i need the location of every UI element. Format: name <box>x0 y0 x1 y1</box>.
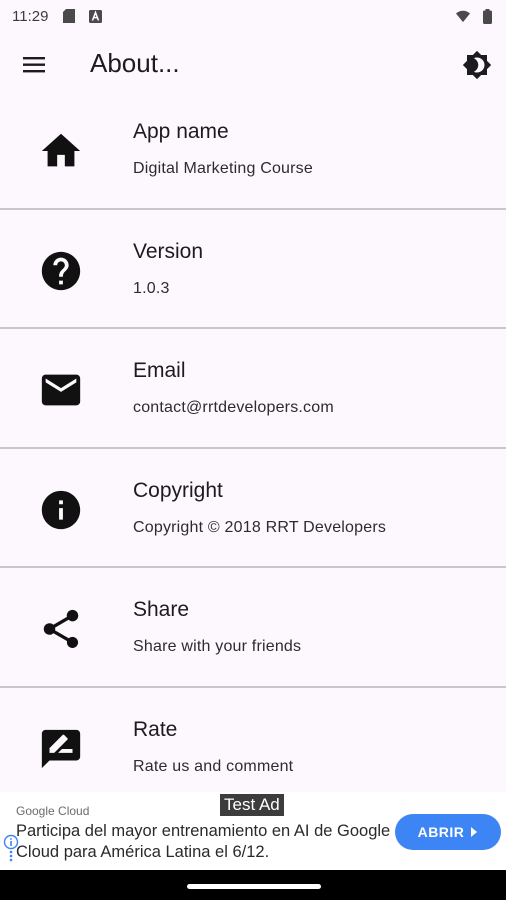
home-icon <box>38 128 84 174</box>
info-icon <box>38 487 84 533</box>
brightness-icon[interactable] <box>462 50 492 80</box>
wifi-icon <box>456 9 470 23</box>
item-title: Version <box>133 239 204 263</box>
item-title: Email <box>133 359 186 383</box>
item-title: Rate <box>133 717 178 741</box>
item-subtitle: Copyright © 2018 RRT Developers <box>133 518 387 536</box>
list-item-email: Email contact@rrtdevelopers.com <box>0 329 506 449</box>
ad-banner[interactable]: Google Cloud Test Ad Participa del mayor… <box>0 792 506 870</box>
home-gesture-handle[interactable] <box>187 884 321 889</box>
menu-icon[interactable] <box>22 52 48 78</box>
a-box-icon <box>88 9 102 23</box>
list-item-version: Version 1.0.3 <box>0 210 506 330</box>
page-title: About... <box>90 48 180 78</box>
test-ad-label: Test Ad <box>220 794 284 816</box>
item-title: App name <box>133 120 229 143</box>
system-nav-bar <box>0 870 506 900</box>
item-title: Copyright <box>133 478 223 502</box>
item-subtitle: Digital Marketing Course <box>133 160 313 177</box>
ad-cta-label: ABRIR <box>417 824 465 840</box>
list-item-app-name: App name Digital Marketing Course <box>0 90 506 210</box>
ad-advertiser: Google Cloud <box>16 804 90 818</box>
rate-review-icon <box>38 726 84 772</box>
sd-card-icon <box>62 9 76 23</box>
help-icon <box>38 248 84 294</box>
item-subtitle: Rate us and comment <box>133 757 294 775</box>
ad-choices-icon[interactable] <box>3 834 19 862</box>
battery-icon <box>480 8 494 24</box>
item-subtitle: contact@rrtdevelopers.com <box>133 399 334 417</box>
ad-headline[interactable]: Participa del mayor entrenamiento en AI … <box>16 821 394 863</box>
list-item-copyright: Copyright Copyright © 2018 RRT Developer… <box>0 449 506 569</box>
about-list: App name Digital Marketing Course Versio… <box>0 90 506 808</box>
status-time: 11:29 <box>12 7 49 25</box>
email-icon <box>38 367 84 413</box>
status-bar: 11:29 <box>0 0 506 32</box>
item-subtitle: Share with your friends <box>133 638 302 656</box>
ad-open-button[interactable]: ABRIR <box>395 814 501 850</box>
item-subtitle: 1.0.3 <box>133 279 170 297</box>
list-item-rate[interactable]: Rate Rate us and comment <box>0 688 506 808</box>
app-bar: About... <box>0 32 506 96</box>
chevron-right-icon <box>471 827 478 837</box>
list-item-share[interactable]: Share Share with your friends <box>0 568 506 688</box>
share-icon <box>38 606 84 652</box>
item-title: Share <box>133 598 190 622</box>
